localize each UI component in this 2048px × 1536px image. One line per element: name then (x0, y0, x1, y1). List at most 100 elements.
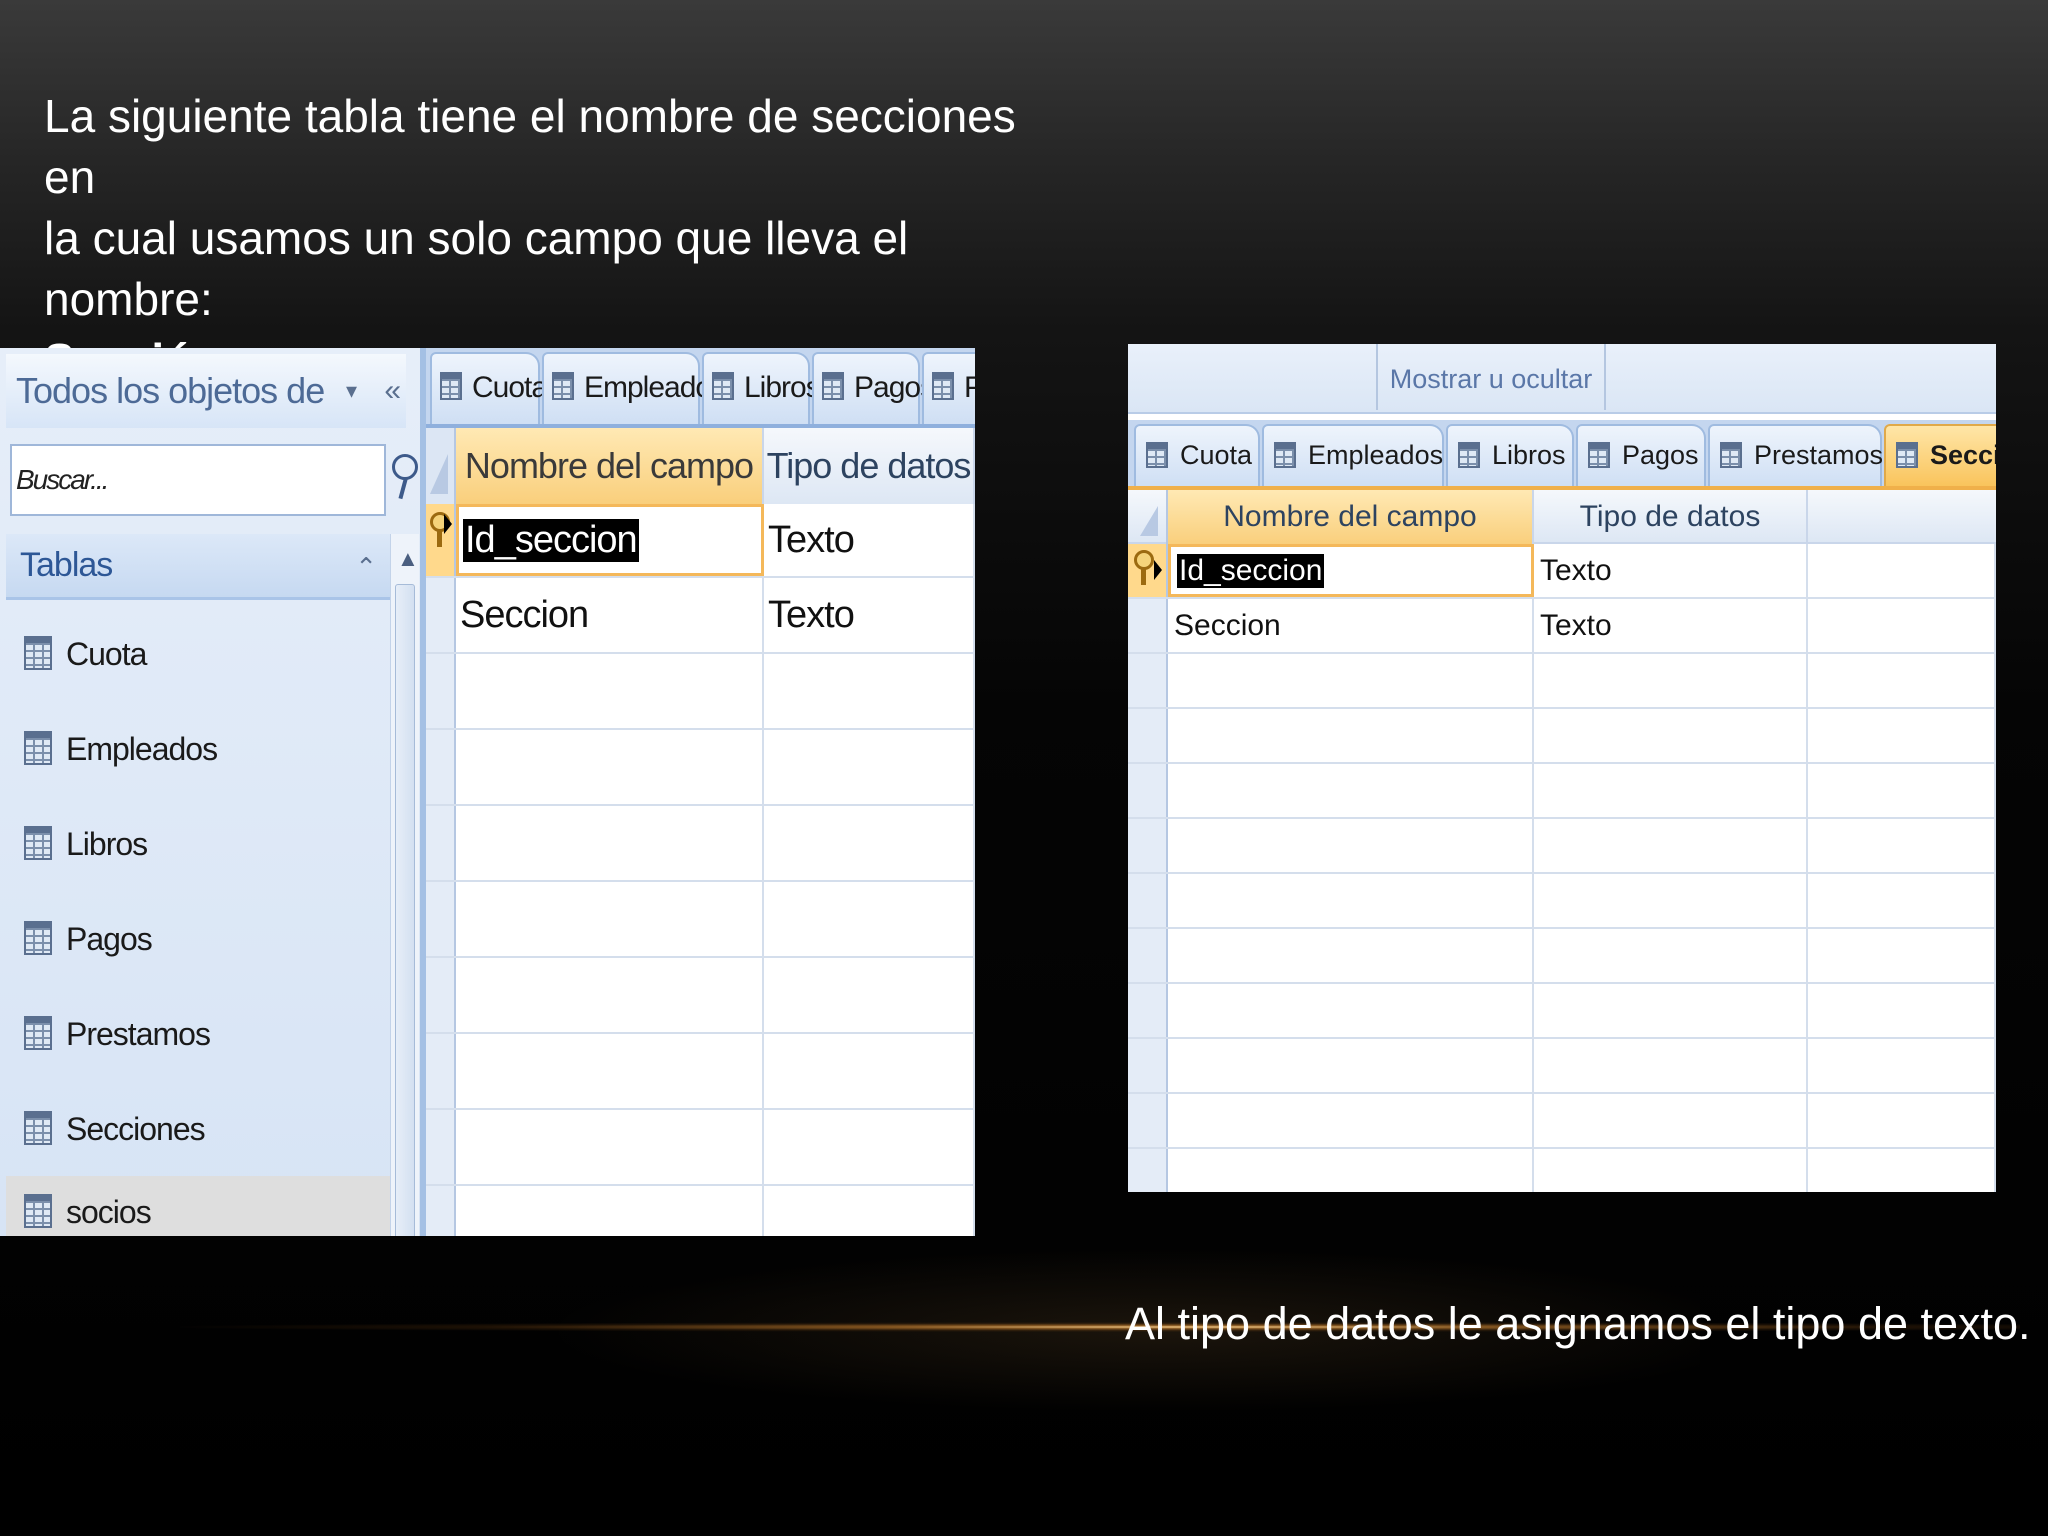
empty-cell[interactable] (1808, 1094, 1996, 1147)
dropdown-arrow-icon[interactable]: ▾ (346, 354, 357, 428)
data-type-cell[interactable]: Texto (764, 504, 975, 576)
empty-cell[interactable] (764, 958, 975, 1032)
empty-cell[interactable] (456, 958, 764, 1032)
field-name-cell[interactable]: Seccion (456, 578, 764, 652)
select-all-corner[interactable] (1128, 490, 1168, 544)
empty-row[interactable] (1128, 874, 1996, 929)
empty-cell[interactable] (456, 654, 764, 728)
tab-cuota[interactable]: Cuota (430, 352, 548, 424)
empty-cell[interactable] (764, 730, 975, 804)
empty-cell[interactable] (764, 1186, 975, 1236)
nav-item-empleados[interactable]: Empleados (6, 713, 390, 808)
search-icon[interactable] (392, 454, 418, 480)
empty-row[interactable] (426, 958, 975, 1034)
empty-cell[interactable] (1808, 764, 1996, 817)
empty-cell[interactable] (1808, 874, 1996, 927)
empty-cell[interactable] (456, 806, 764, 880)
nav-item-secciones[interactable]: Secciones (6, 1093, 390, 1188)
empty-row[interactable] (426, 1110, 975, 1186)
empty-row[interactable] (426, 730, 975, 806)
empty-cell[interactable] (764, 1034, 975, 1108)
empty-cell[interactable] (764, 1110, 975, 1184)
empty-cell[interactable] (456, 730, 764, 804)
row-selector[interactable] (1128, 544, 1168, 597)
collapse-group-icon[interactable]: ⌃ (355, 536, 377, 598)
nav-pane-header[interactable]: Todos los objetos de Access ▾ « (6, 354, 406, 485)
data-type-cell[interactable]: Texto (1534, 544, 1808, 597)
empty-cell[interactable] (1808, 1039, 1996, 1092)
empty-row[interactable] (1128, 654, 1996, 709)
row-selector[interactable] (426, 730, 456, 804)
row-selector[interactable] (426, 882, 456, 956)
nav-item-cuota[interactable]: Cuota (6, 618, 390, 713)
field-name-cell[interactable]: Id_seccion (1168, 544, 1534, 597)
row-selector[interactable] (426, 504, 456, 576)
empty-cell[interactable] (1808, 709, 1996, 762)
row-selector[interactable] (1128, 984, 1168, 1037)
row-selector[interactable] (1128, 1094, 1168, 1147)
row-selector[interactable] (1128, 929, 1168, 982)
empty-cell[interactable] (1168, 764, 1534, 817)
empty-cell[interactable] (1168, 1039, 1534, 1092)
empty-cell[interactable] (1808, 654, 1996, 707)
empty-cell[interactable] (1808, 1149, 1996, 1192)
empty-cell[interactable] (1534, 709, 1808, 762)
tab-prestamos-partial[interactable]: Pr (922, 352, 975, 424)
tab-prestamos[interactable]: Prestamos (1708, 424, 1883, 486)
empty-row[interactable] (426, 882, 975, 958)
description-cell[interactable] (1808, 599, 1996, 652)
tab-empleados[interactable]: Empleados (1262, 424, 1444, 486)
row-selector[interactable] (426, 578, 456, 652)
column-header-data-type[interactable]: Tipo de datos (764, 428, 975, 504)
empty-cell[interactable] (1534, 819, 1808, 872)
nav-item-prestamos[interactable]: Prestamos (6, 998, 390, 1093)
empty-cell[interactable] (1534, 1094, 1808, 1147)
row-selector[interactable] (1128, 1039, 1168, 1092)
empty-cell[interactable] (1808, 819, 1996, 872)
scrollbar-thumb[interactable] (395, 584, 415, 1236)
table-row[interactable]: Seccion Texto (426, 578, 975, 654)
table-row[interactable]: Seccion Texto (1128, 599, 1996, 654)
row-selector[interactable] (1128, 654, 1168, 707)
empty-cell[interactable] (764, 654, 975, 728)
empty-cell[interactable] (456, 1034, 764, 1108)
tab-empleados[interactable]: Empleados (542, 352, 726, 424)
group-header-tablas[interactable]: Tablas ⌃ (6, 534, 390, 600)
select-all-corner[interactable] (426, 428, 456, 504)
row-selector[interactable] (1128, 599, 1168, 652)
search-input[interactable]: Buscar... (10, 444, 386, 516)
empty-cell[interactable] (1534, 874, 1808, 927)
empty-row[interactable] (426, 1034, 975, 1110)
empty-cell[interactable] (1168, 1149, 1534, 1192)
empty-cell[interactable] (1168, 1094, 1534, 1147)
empty-cell[interactable] (1534, 1039, 1808, 1092)
data-type-cell[interactable]: Texto (1534, 599, 1808, 652)
table-row[interactable]: Id_seccion Texto (1128, 544, 1996, 599)
nav-scrollbar[interactable]: ▲ ≡ (390, 534, 419, 1236)
empty-cell[interactable] (456, 1186, 764, 1236)
nav-item-pagos[interactable]: Pagos (6, 903, 390, 998)
column-header-field-name[interactable]: Nombre del campo (456, 428, 764, 504)
empty-cell[interactable] (1808, 929, 1996, 982)
field-name-cell[interactable]: Id_seccion (456, 504, 764, 576)
empty-cell[interactable] (1168, 984, 1534, 1037)
data-type-cell[interactable]: Texto (764, 578, 975, 652)
tab-libros[interactable]: Libros (1446, 424, 1574, 486)
description-cell[interactable] (1808, 544, 1996, 597)
column-header-data-type[interactable]: Tipo de datos (1534, 490, 1808, 544)
tab-libros[interactable]: Libros (702, 352, 821, 424)
tab-pagos[interactable]: Pagos (812, 352, 935, 424)
empty-cell[interactable] (1168, 929, 1534, 982)
empty-row[interactable] (1128, 984, 1996, 1039)
scroll-up-icon[interactable]: ▲ (397, 546, 419, 572)
column-header-field-name[interactable]: Nombre del campo (1168, 490, 1534, 544)
empty-cell[interactable] (1534, 984, 1808, 1037)
empty-cell[interactable] (1168, 819, 1534, 872)
row-selector[interactable] (1128, 1149, 1168, 1192)
empty-cell[interactable] (1534, 764, 1808, 817)
empty-cell[interactable] (1168, 874, 1534, 927)
empty-cell[interactable] (1168, 654, 1534, 707)
row-selector[interactable] (426, 1186, 456, 1236)
row-selector[interactable] (1128, 874, 1168, 927)
empty-cell[interactable] (764, 882, 975, 956)
